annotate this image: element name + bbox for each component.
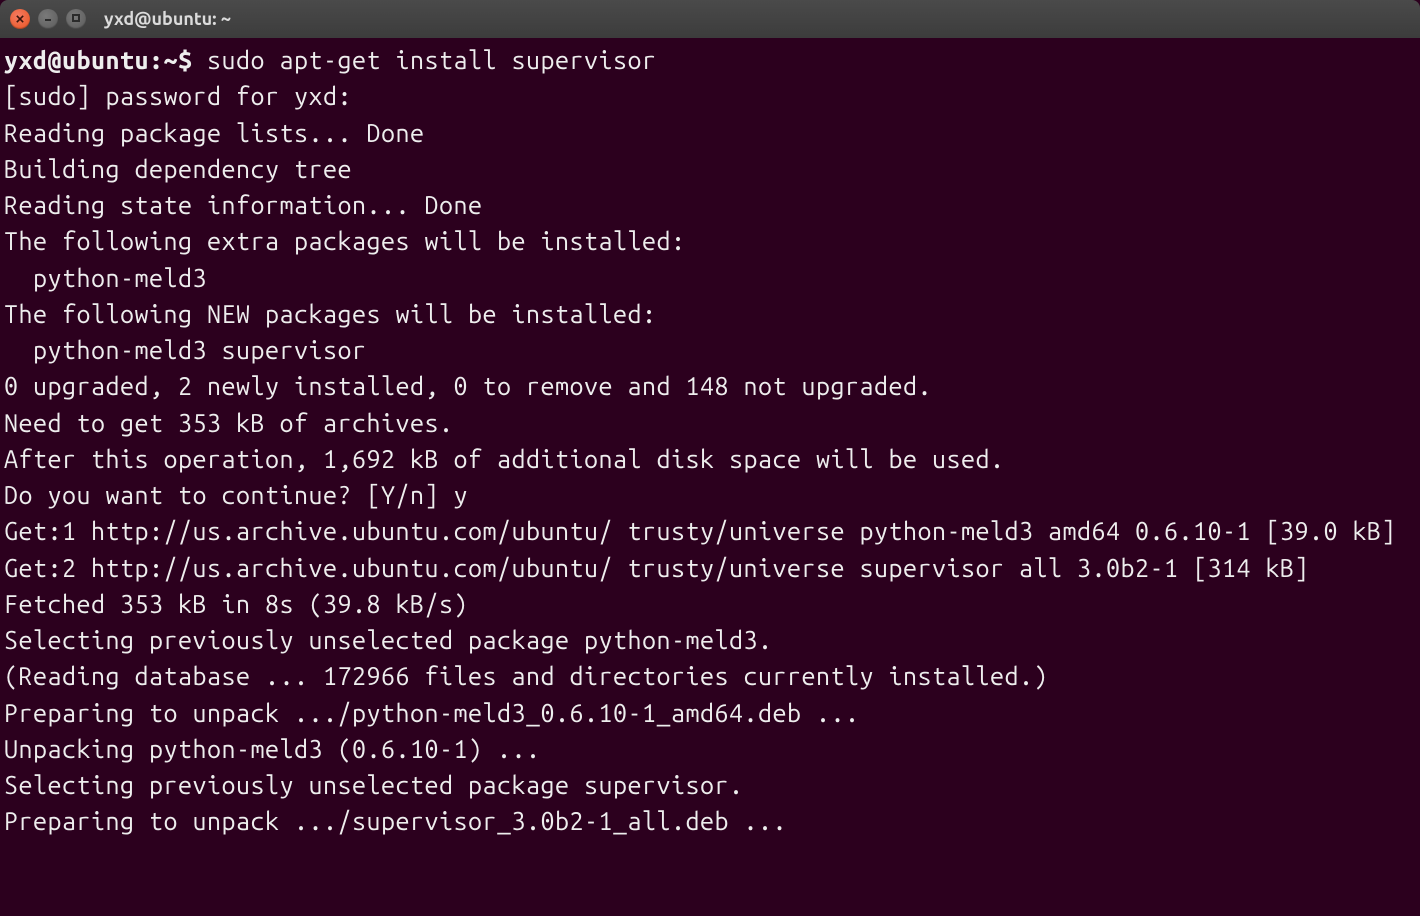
terminal-area[interactable]: yxd@ubuntu:~$ sudo apt-get install super… [0,38,1420,844]
terminal-line: Need to get 353 kB of archives. [4,409,454,437]
minimize-button[interactable] [38,9,58,29]
close-button[interactable] [10,9,30,29]
terminal-line: Reading package lists... Done [4,119,425,147]
terminal-line: Get:2 http://us.archive.ubuntu.com/ubunt… [4,554,1309,582]
terminal-line: Selecting previously unselected package … [4,771,744,799]
maximize-button[interactable] [66,9,86,29]
terminal-line: Get:1 http://us.archive.ubuntu.com/ubunt… [4,517,1396,545]
terminal-line: Building dependency tree [4,155,352,183]
minimize-icon [43,13,53,26]
terminal-command: sudo apt-get install supervisor [207,46,657,74]
terminal-line: (Reading database ... 172966 files and d… [4,662,1048,690]
terminal-line: Unpacking python-meld3 (0.6.10-1) ... [4,735,541,763]
titlebar: yxd@ubuntu: ~ [0,0,1420,38]
window-title: yxd@ubuntu: ~ [104,9,231,29]
terminal-line: python-meld3 [4,264,207,292]
terminal-line: python-meld3 supervisor [4,336,367,364]
terminal-line: Do you want to continue? [Y/n] y [4,481,468,509]
close-icon [16,13,24,26]
terminal-line: Selecting previously unselected package … [4,626,773,654]
window-buttons [10,9,86,29]
terminal-line: Preparing to unpack .../python-meld3_0.6… [4,699,860,727]
maximize-icon [71,13,81,26]
terminal-line: The following extra packages will be ins… [4,227,686,255]
terminal-prompt: yxd@ubuntu:~$ [4,46,207,74]
terminal-line: [sudo] password for yxd: [4,82,352,110]
terminal-line: 0 upgraded, 2 newly installed, 0 to remo… [4,372,932,400]
terminal-line: After this operation, 1,692 kB of additi… [4,445,1005,473]
terminal-line: Preparing to unpack .../supervisor_3.0b2… [4,807,787,835]
terminal-line: Fetched 353 kB in 8s (39.8 kB/s) [4,590,468,618]
terminal-line: The following NEW packages will be insta… [4,300,657,328]
terminal-line: Reading state information... Done [4,191,483,219]
